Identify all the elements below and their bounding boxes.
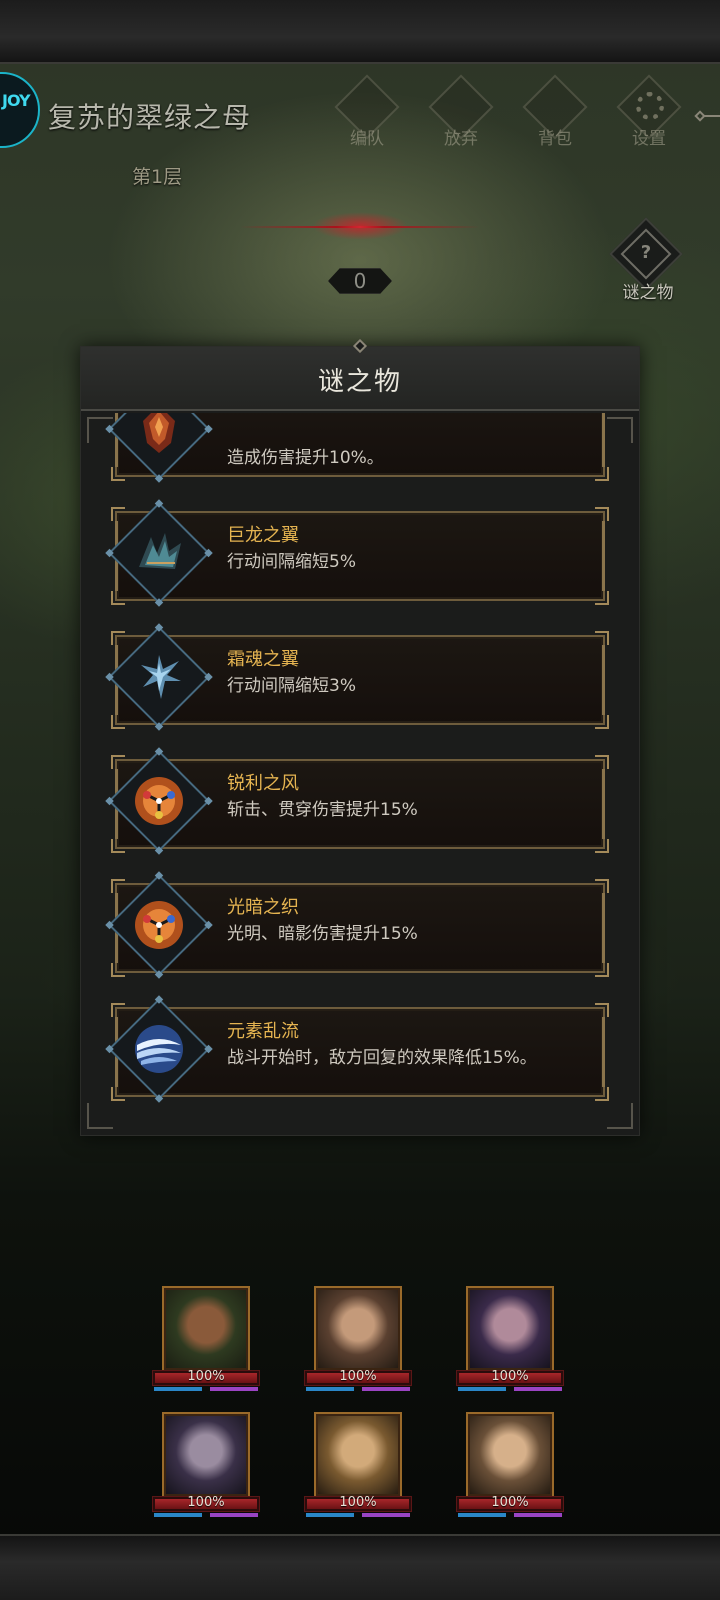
settings-label: 设置 bbox=[632, 129, 666, 149]
red-divider bbox=[240, 226, 480, 228]
mystery-items-button[interactable]: ? 谜之物 bbox=[606, 217, 690, 306]
hp-percent: 100% bbox=[491, 1495, 529, 1510]
item-name: 霜魂之翼 bbox=[227, 649, 299, 670]
mystery-item[interactable]: 元素乱流 战斗开始时，敌方回复的效果降低15%。 bbox=[105, 995, 609, 1103]
item-description: 战斗开始时，敌方回复的效果降低15%。 bbox=[227, 1048, 537, 1068]
floor-label: 第1层 bbox=[132, 166, 183, 188]
mp-bar bbox=[458, 1513, 506, 1517]
mystery-button-label: 谜之物 bbox=[622, 283, 674, 303]
mystery-item[interactable]: 光暗之织 光明、暗影伤害提升15% bbox=[105, 871, 609, 979]
mystery-item[interactable]: 锐利之风 斩击、贯穿伤害提升15% bbox=[105, 747, 609, 855]
character-portrait bbox=[162, 1412, 250, 1498]
mp-bar bbox=[306, 1387, 354, 1391]
hp-percent: 100% bbox=[491, 1369, 529, 1384]
mp-bar bbox=[458, 1387, 506, 1391]
item-description: 斩击、贯穿伤害提升15% bbox=[227, 800, 418, 820]
stage-title: 复苏的翠绿之母 bbox=[48, 101, 252, 134]
hp-percent: 100% bbox=[187, 1369, 225, 1384]
top-frame bbox=[0, 0, 720, 64]
formation-label: 编队 bbox=[350, 129, 384, 149]
bottom-frame bbox=[0, 1534, 720, 1600]
gear-icon bbox=[636, 92, 664, 120]
dragon-wing-icon bbox=[139, 533, 181, 569]
mystery-item[interactable]: 造成伤害提升10%。 bbox=[105, 413, 609, 483]
formation-button[interactable]: 编队 bbox=[330, 74, 400, 150]
settings-button[interactable]: 设置 bbox=[612, 74, 682, 150]
hp-percent: 100% bbox=[339, 1495, 377, 1510]
sp-bar bbox=[210, 1513, 258, 1517]
backpack-button[interactable]: 背包 bbox=[518, 74, 588, 150]
sp-bar bbox=[362, 1387, 410, 1391]
item-name: 巨龙之翼 bbox=[227, 525, 299, 546]
party-member[interactable]: 100% bbox=[456, 1412, 566, 1524]
counter-badge: 0 bbox=[328, 268, 392, 294]
frost-wing-icon bbox=[141, 655, 181, 699]
hp-percent: 100% bbox=[187, 1495, 225, 1510]
abandon-label: 放弃 bbox=[444, 129, 478, 149]
sp-bar bbox=[514, 1513, 562, 1517]
character-portrait bbox=[314, 1286, 402, 1372]
character-portrait bbox=[314, 1412, 402, 1498]
red-crystal-icon bbox=[143, 413, 175, 453]
party-member[interactable]: 100% bbox=[304, 1286, 414, 1398]
element-swirl-icon bbox=[135, 1025, 183, 1073]
sp-bar bbox=[514, 1387, 562, 1391]
item-name: 锐利之风 bbox=[227, 773, 299, 794]
mystery-item[interactable]: 霜魂之翼 行动间隔缩短3% bbox=[105, 623, 609, 731]
logo-text: JOY bbox=[2, 91, 31, 110]
sp-bar bbox=[210, 1387, 258, 1391]
triad-orb-icon bbox=[135, 901, 183, 949]
character-portrait bbox=[162, 1286, 250, 1372]
item-description: 行动间隔缩短5% bbox=[227, 552, 356, 572]
triad-orb-icon bbox=[135, 777, 183, 825]
sp-bar bbox=[362, 1513, 410, 1517]
menu-ornament-line bbox=[704, 115, 720, 117]
mp-bar bbox=[306, 1513, 354, 1517]
hp-percent: 100% bbox=[339, 1369, 377, 1384]
party-member[interactable]: 100% bbox=[456, 1286, 566, 1398]
item-description: 行动间隔缩短3% bbox=[227, 676, 356, 696]
mp-bar bbox=[154, 1513, 202, 1517]
party-member[interactable]: 100% bbox=[152, 1412, 262, 1524]
mystery-items-list[interactable]: 造成伤害提升10%。 巨龙之翼 行动间隔缩短5% 霜魂之翼 行动间隔缩短3% 锐… bbox=[81, 413, 639, 1133]
panel-title: 谜之物 bbox=[317, 367, 402, 397]
item-name: 元素乱流 bbox=[227, 1021, 299, 1042]
item-description: 造成伤害提升10%。 bbox=[227, 448, 384, 468]
mystery-items-panel: 谜之物 造成伤害提升10%。 巨龙之翼 行动间隔缩短5% 霜魂之翼 行动间隔缩短… bbox=[80, 338, 640, 1136]
question-icon: ? bbox=[640, 242, 652, 263]
party-member[interactable]: 100% bbox=[152, 1286, 262, 1398]
mystery-item[interactable]: 巨龙之翼 行动间隔缩短5% bbox=[105, 499, 609, 607]
item-name: 光暗之织 bbox=[227, 897, 299, 918]
mp-bar bbox=[154, 1387, 202, 1391]
abandon-button[interactable]: 放弃 bbox=[424, 74, 494, 150]
character-portrait bbox=[466, 1286, 554, 1372]
item-description: 光明、暗影伤害提升15% bbox=[227, 924, 418, 944]
panel-header: 谜之物 bbox=[81, 347, 639, 411]
backpack-label: 背包 bbox=[538, 129, 572, 149]
party-member[interactable]: 100% bbox=[304, 1412, 414, 1524]
character-portrait bbox=[466, 1412, 554, 1498]
